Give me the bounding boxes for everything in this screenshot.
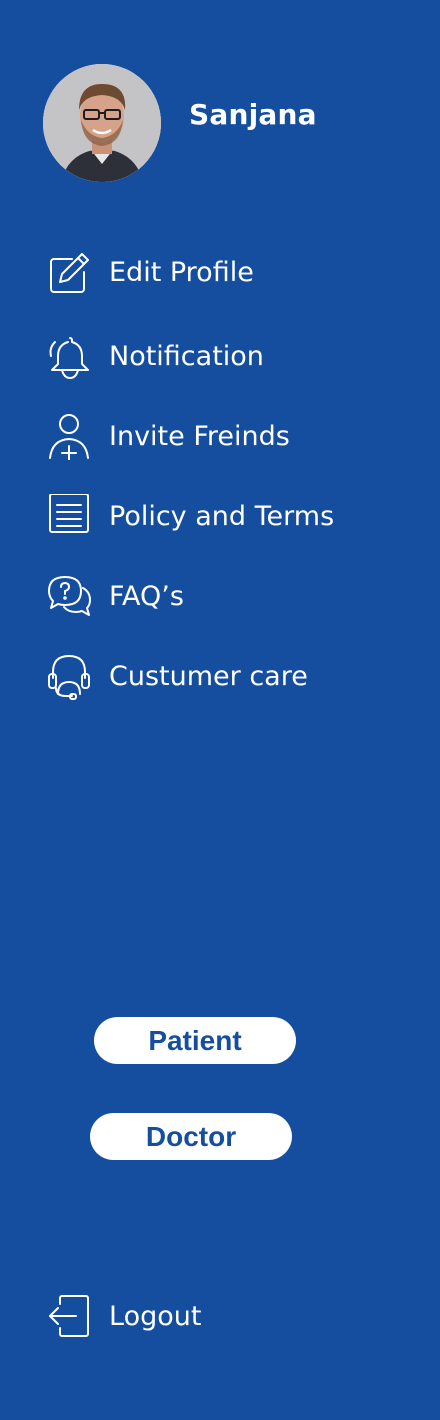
logout-button[interactable]: Logout (46, 1294, 406, 1340)
patient-button[interactable]: Patient (94, 1017, 296, 1064)
menu-item-customer-care[interactable]: Custumer care (46, 654, 406, 700)
menu-label-invite-friends: Invite Freinds (109, 421, 290, 452)
headset-icon (46, 654, 92, 700)
menu-label-notification: Notification (109, 341, 264, 372)
edit-icon (46, 250, 92, 296)
avatar-photo (43, 64, 161, 182)
menu-label-edit-profile: Edit Profile (109, 257, 254, 288)
menu-label-customer-care: Custumer care (109, 661, 308, 692)
bell-icon (46, 334, 92, 380)
document-icon (46, 494, 92, 540)
menu-item-edit-profile[interactable]: Edit Profile (46, 250, 406, 296)
faq-icon (46, 574, 92, 620)
menu-item-invite-friends[interactable]: Invite Freinds (46, 414, 406, 460)
menu-item-policy-terms[interactable]: Policy and Terms (46, 494, 406, 540)
logout-icon (46, 1294, 92, 1340)
menu-item-faq[interactable]: FAQ’s (46, 574, 406, 620)
menu-item-notification[interactable]: Notification (46, 334, 406, 380)
profile-name: Sanjana (189, 98, 317, 131)
menu-label-policy-terms: Policy and Terms (109, 501, 335, 532)
menu-label-faq: FAQ’s (109, 581, 184, 612)
add-user-icon (46, 414, 92, 460)
doctor-button[interactable]: Doctor (90, 1113, 292, 1160)
avatar (43, 64, 161, 182)
logout-label: Logout (109, 1301, 202, 1332)
